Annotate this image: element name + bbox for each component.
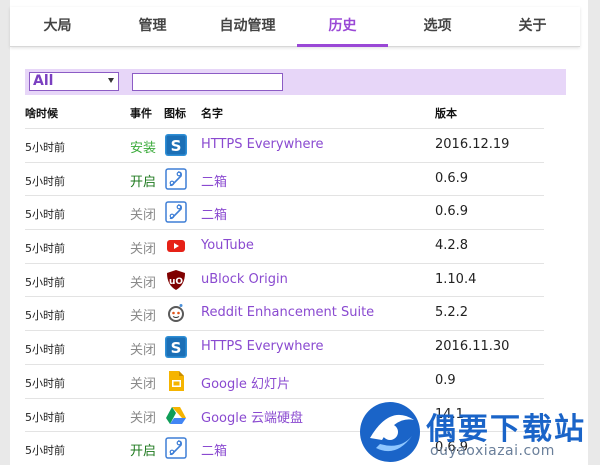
table-row: 5小时前 关闭 Reddit Enhancement Suite 5.2.2	[25, 296, 544, 330]
row-version: 0.6.9	[435, 170, 469, 186]
row-event: 关闭	[130, 275, 157, 291]
svg-text:S: S	[171, 339, 182, 357]
row-event: 开启	[130, 174, 157, 190]
https-everywhere-icon: S	[165, 336, 187, 359]
row-event: 关闭	[130, 410, 157, 426]
erxiang-icon	[165, 437, 187, 459]
table-row: 5小时前 关闭 Google 幻灯片 0.9	[25, 363, 544, 398]
tab-manage[interactable]: 管理	[105, 7, 200, 46]
table-row: 5小时前 安装 S HTTPS Everywhere 2016.12.19	[25, 128, 544, 162]
header-version: 版本	[435, 107, 457, 120]
ouyao-logo-icon	[360, 402, 420, 462]
row-extension-name[interactable]: YouTube	[201, 238, 254, 253]
table-row: 5小时前 关闭 uO uBlock Origin 1.10.4	[25, 262, 544, 297]
row-extension-name[interactable]: Google 云端硬盘	[201, 407, 303, 426]
chevron-down-icon	[108, 78, 114, 83]
row-version: 2016.11.30	[435, 339, 510, 355]
tab-auto-manage[interactable]: 自动管理	[200, 7, 295, 46]
row-version: 4.2.8	[435, 238, 469, 254]
watermark-title: 偶要下载站	[426, 412, 586, 447]
watermark-logo: 偶要下载站 ouyaoxiazai.com	[352, 398, 592, 465]
row-time: 5小时前	[25, 208, 65, 222]
header-time: 啥时候	[25, 107, 58, 120]
row-extension-name[interactable]: uBlock Origin	[201, 272, 288, 287]
tab-history[interactable]: 历史	[295, 7, 390, 47]
row-extension-name[interactable]: Reddit Enhancement Suite	[201, 305, 374, 320]
search-input[interactable]	[132, 73, 283, 91]
google-slides-icon	[165, 370, 187, 392]
tab-options[interactable]: 选项	[390, 7, 485, 46]
row-event: 关闭	[130, 376, 157, 392]
row-event: 开启	[130, 444, 157, 460]
row-event: 关闭	[130, 242, 157, 258]
event-filter-value: All	[33, 73, 54, 89]
header-name: 名字	[201, 107, 223, 120]
filter-bar: All	[25, 69, 566, 95]
svg-text:uO: uO	[169, 277, 183, 287]
row-event: 安装	[130, 141, 157, 156]
ublock-origin-icon: uO	[165, 269, 187, 291]
google-drive-icon	[165, 404, 187, 426]
row-event: 关闭	[130, 208, 157, 224]
row-time: 5小时前	[25, 343, 65, 357]
row-time: 5小时前	[25, 309, 65, 323]
table-row: 5小时前 关闭 S HTTPS Everywhere 2016.11.30	[25, 330, 544, 364]
watermark-subtitle: ouyaoxiazai.com	[430, 443, 555, 459]
table-row: 5小时前 关闭 YouTube 4.2.8	[25, 229, 544, 263]
row-version: 1.10.4	[435, 271, 477, 287]
https-everywhere-icon: S	[165, 134, 187, 156]
erxiang-icon	[165, 167, 187, 190]
row-extension-name[interactable]: 二箱	[201, 171, 227, 190]
reddit-icon	[165, 302, 187, 324]
row-version: 2016.12.19	[435, 137, 510, 152]
row-extension-name[interactable]: 二箱	[201, 440, 227, 459]
table-header: 啥时候 事件 图标 名字 版本	[25, 101, 544, 127]
row-version: 5.2.2	[435, 305, 469, 321]
row-time: 5小时前	[25, 275, 65, 289]
row-time: 5小时前	[25, 174, 65, 188]
table-row: 5小时前 开启 二箱 0.6.9	[25, 161, 544, 196]
row-time: 5小时前	[25, 410, 65, 424]
tab-about[interactable]: 关于	[485, 7, 580, 46]
tab-overview[interactable]: 大局	[10, 7, 105, 46]
row-time: 5小时前	[25, 141, 65, 154]
youtube-icon	[165, 235, 187, 257]
row-time: 5小时前	[25, 376, 65, 390]
svg-text:S: S	[171, 137, 182, 155]
row-time: 5小时前	[25, 444, 65, 458]
table-row: 5小时前 关闭 二箱 0.6.9	[25, 195, 544, 229]
event-filter-select[interactable]: All	[29, 72, 119, 91]
row-event: 关闭	[130, 343, 157, 359]
row-version: 0.6.9	[435, 204, 469, 220]
row-extension-name[interactable]: Google 幻灯片	[201, 373, 290, 392]
row-time: 5小时前	[25, 242, 65, 256]
tab-bar: 大局 管理 自动管理 历史 选项 关于	[10, 7, 580, 47]
header-icon: 图标	[164, 107, 186, 120]
row-event: 关闭	[130, 309, 157, 325]
row-extension-name[interactable]: 二箱	[201, 204, 227, 223]
erxiang-icon	[165, 201, 187, 224]
row-extension-name[interactable]: HTTPS Everywhere	[201, 137, 324, 152]
header-event: 事件	[130, 107, 152, 120]
row-version: 0.9	[435, 372, 456, 388]
row-extension-name[interactable]: HTTPS Everywhere	[201, 339, 324, 354]
